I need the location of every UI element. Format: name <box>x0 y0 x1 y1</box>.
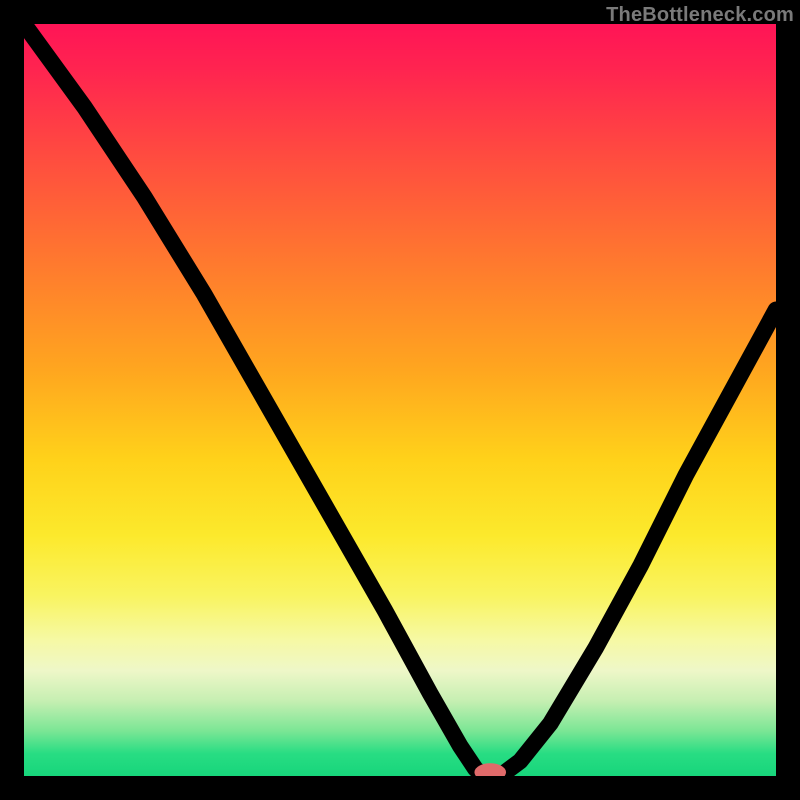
chart-container: TheBottleneck.com <box>0 0 800 800</box>
bottleneck-curve <box>24 24 776 776</box>
chart-svg <box>24 24 776 776</box>
plot-area <box>24 24 776 776</box>
